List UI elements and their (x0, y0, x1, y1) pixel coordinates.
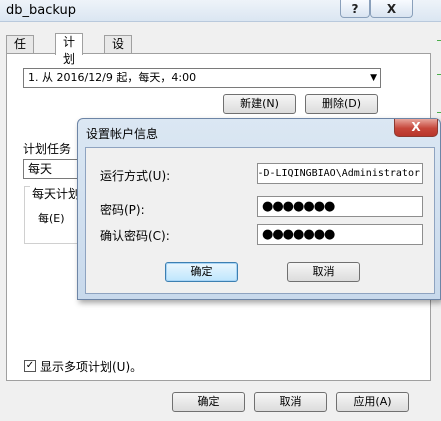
plan-task-dropdown[interactable]: 每天 (23, 159, 83, 179)
ok-button[interactable]: 确定 (172, 392, 245, 412)
dialog-title: 设置帐户信息 (86, 127, 159, 141)
password-label: 密码(P): (100, 203, 145, 217)
schedule-dropdown-value: 1. 从 2016/12/9 起，每天，4:00 (28, 71, 197, 84)
dialog-body: 运行方式(U): -D-LIQINGBIAO\Administrator 密码(… (85, 147, 435, 294)
new-schedule-button[interactable]: 新建(N) (223, 94, 296, 114)
checkmark-icon: ✓ (25, 360, 35, 371)
cancel-button[interactable]: 取消 (254, 392, 327, 412)
daily-schedule-group-label: 每天计划 (30, 185, 83, 202)
run-as-input[interactable]: -D-LIQINGBIAO\Administrator (257, 163, 423, 184)
close-icon: X (386, 2, 397, 16)
close-button[interactable]: X (370, 0, 413, 18)
every-days-label: 每(E) (38, 212, 65, 225)
account-info-dialog: 设置帐户信息 X 运行方式(U): -D-LIQINGBIAO\Administ… (77, 118, 441, 300)
apply-button[interactable]: 应用(A) (336, 392, 409, 412)
help-icon: ? (351, 2, 359, 16)
confirm-password-label: 确认密码(C): (100, 229, 170, 243)
close-icon: X (411, 120, 421, 134)
plan-task-label: 计划任务 (23, 142, 72, 156)
tab-settings[interactable]: 设置 (104, 35, 133, 68)
edge-marker (437, 40, 441, 41)
password-field[interactable]: ●●●●●●● (257, 196, 423, 217)
edge-marker (437, 74, 441, 75)
delete-schedule-button[interactable]: 删除(D) (305, 94, 378, 114)
run-as-value: -D-LIQINGBIAO\Administrator (257, 168, 420, 179)
multi-schedule-checkbox[interactable]: ✓ (24, 360, 36, 372)
dialog-ok-button[interactable]: 确定 (165, 262, 238, 282)
window-title: db_backup (6, 3, 76, 18)
dialog-cancel-button[interactable]: 取消 (287, 262, 360, 282)
confirm-password-field[interactable]: ●●●●●●● (257, 224, 423, 245)
tab-task[interactable]: 任务 (6, 35, 35, 68)
edge-marker (437, 112, 441, 113)
dialog-close-button[interactable]: X (394, 119, 438, 137)
chevron-down-icon: ▼ (370, 73, 377, 83)
tab-schedule[interactable]: 计划 (55, 33, 84, 66)
title-bar[interactable]: db_backup ? X (0, 0, 441, 22)
schedule-dropdown[interactable]: 1. 从 2016/12/9 起，每天，4:00 ▼ (23, 68, 381, 88)
multi-schedule-label: 显示多项计划(U)。 (40, 360, 143, 374)
run-as-label: 运行方式(U): (100, 169, 171, 183)
help-button[interactable]: ? (340, 0, 370, 18)
